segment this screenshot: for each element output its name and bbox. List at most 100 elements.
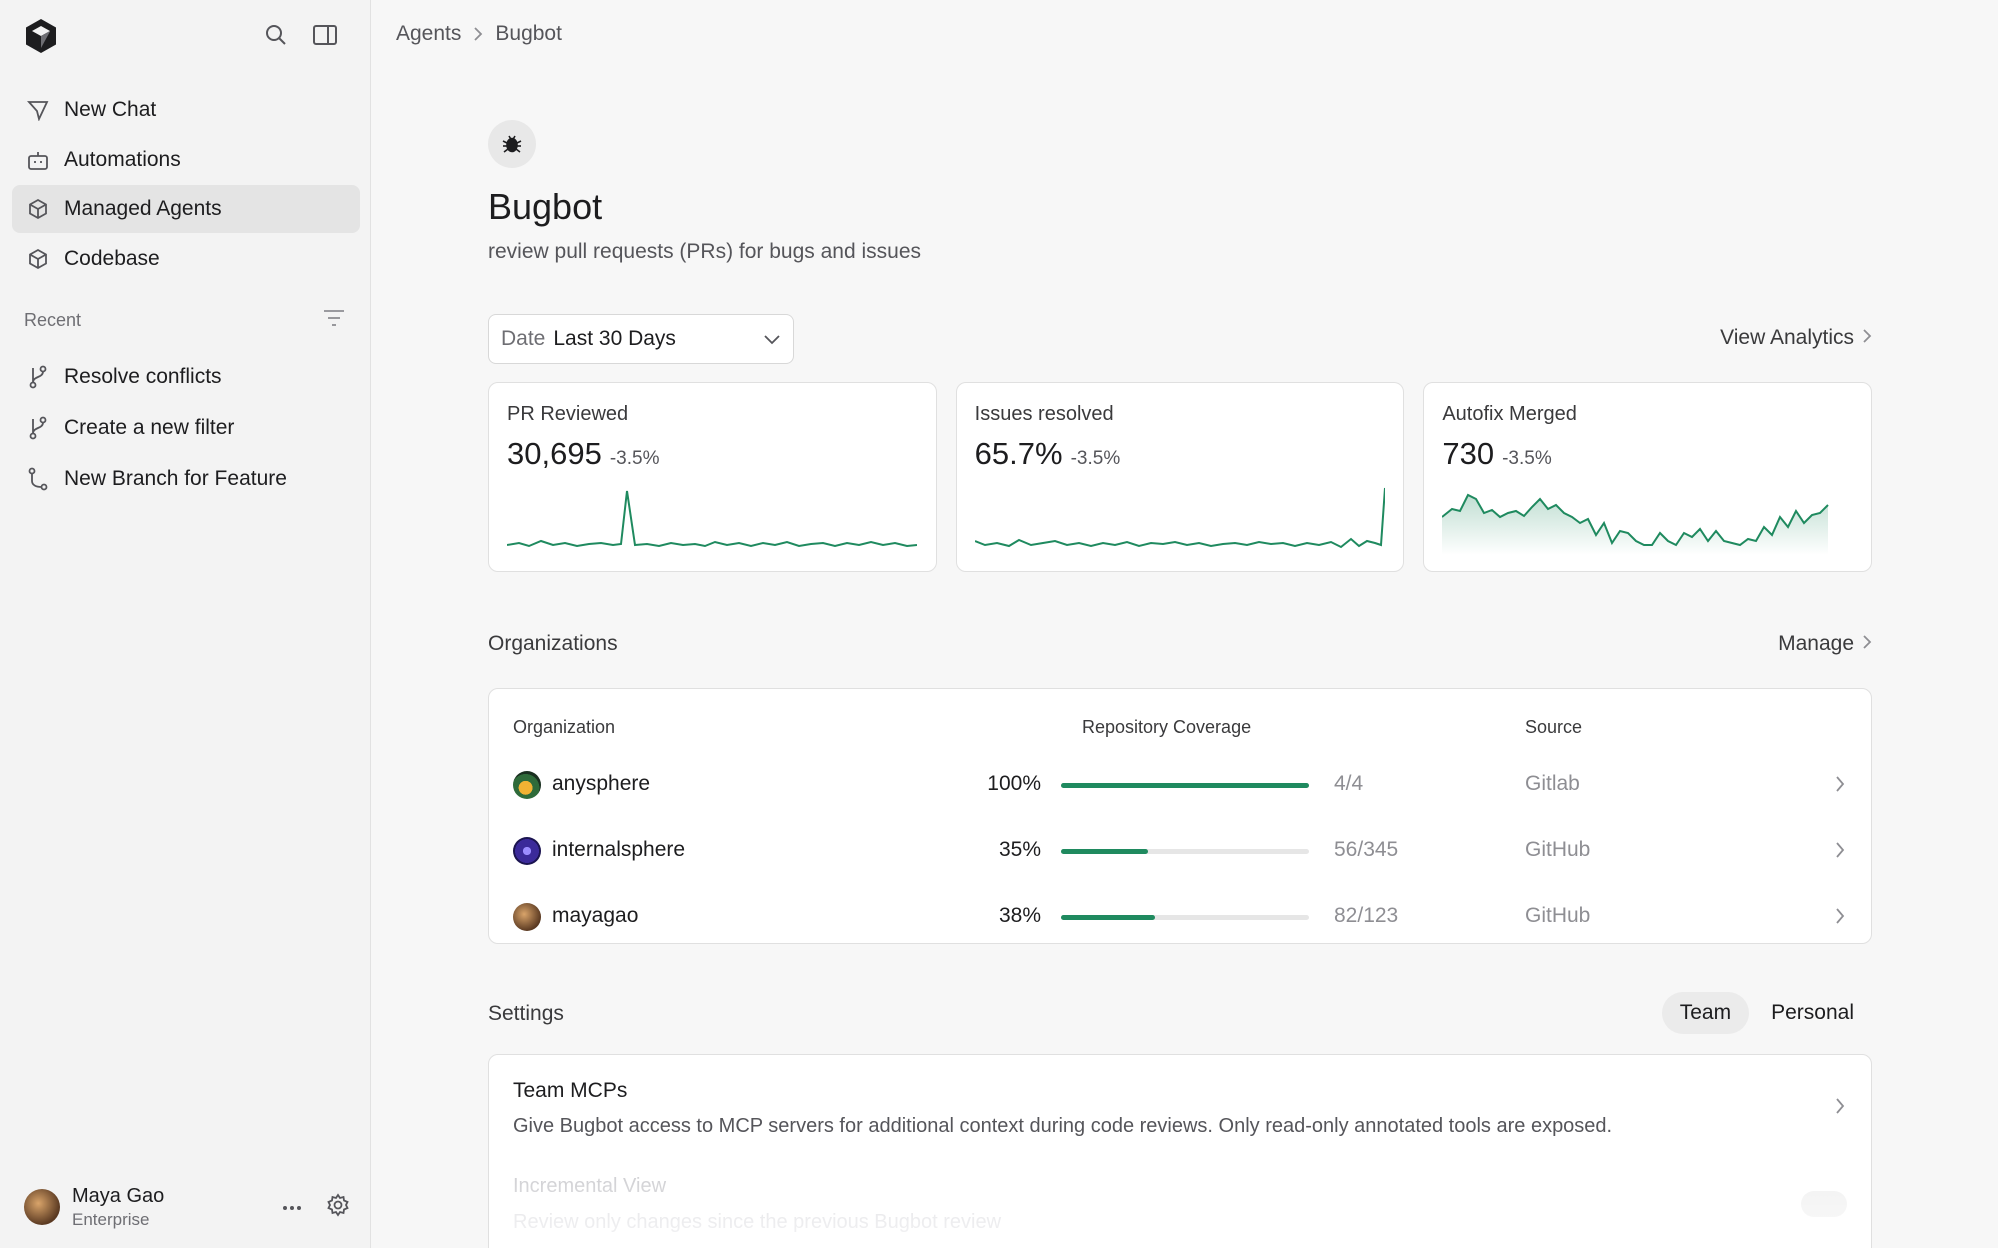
org-source: Gitlab: [1525, 772, 1580, 795]
metric-label: PR Reviewed: [507, 403, 629, 425]
coverage-bar: [1061, 849, 1309, 854]
breadcrumb-current: Bugbot: [495, 22, 562, 45]
chevron-right-icon: [473, 26, 483, 42]
filter-icon[interactable]: [322, 308, 346, 333]
metric-delta: -3.5%: [1502, 448, 1552, 469]
nav-item-label: Codebase: [64, 246, 160, 270]
more-icon[interactable]: [282, 1198, 302, 1216]
manage-label: Manage: [1778, 632, 1854, 655]
metric-value: 65.7%: [974, 436, 1063, 471]
metric-card-issues-resolved[interactable]: Issues resolved 65.7% -3.5%: [955, 382, 1405, 572]
chevron-right-icon: [1862, 632, 1872, 656]
table-row[interactable]: internalsphere 35% 56/345 GitHub: [489, 821, 1871, 881]
org-name: anysphere: [552, 772, 651, 795]
user-name: Maya Gao: [72, 1185, 165, 1207]
sparkline-area-chart: [1442, 493, 1830, 555]
breadcrumb-parent[interactable]: Agents: [396, 22, 461, 46]
send-icon: [26, 98, 50, 122]
organizations-table: Organization Repository Coverage Source …: [488, 688, 1872, 944]
git-merge-icon: [26, 467, 50, 491]
nav-item-codebase[interactable]: Codebase: [12, 235, 360, 283]
org-source: GitHub: [1525, 838, 1591, 861]
avatar: [24, 1189, 60, 1225]
recent-item[interactable]: Create a new filter: [12, 402, 360, 453]
table-row[interactable]: anysphere 100% 4/4 Gitlab: [489, 755, 1871, 815]
recent-item-label: New Branch for Feature: [64, 466, 287, 490]
date-range-select[interactable]: Date Last 30 Days: [488, 314, 794, 364]
git-branch-icon: [26, 416, 50, 440]
nav-item-label: Managed Agents: [64, 197, 222, 220]
metric-value: 730: [1442, 436, 1495, 471]
settings-card: Team MCPs Give Bugbot access to MCP serv…: [488, 1054, 1872, 1248]
metric-label: Autofix Merged: [1442, 403, 1577, 425]
app-logo-icon[interactable]: [24, 18, 58, 54]
box-icon: [26, 247, 50, 271]
breadcrumb: Agents Bugbot: [396, 22, 562, 46]
org-avatar: [513, 903, 541, 931]
tab-team[interactable]: Team: [1661, 992, 1750, 1034]
sidebar: New Chat Automations Managed Agents Code…: [0, 0, 371, 1248]
coverage-bar: [1061, 783, 1309, 788]
coverage-bar: [1061, 915, 1309, 920]
chevron-right-icon: [1835, 1097, 1845, 1115]
git-branch-icon: [26, 365, 50, 389]
metric-delta: -3.5%: [609, 448, 660, 469]
page-description: review pull requests (PRs) for bugs and …: [488, 240, 922, 263]
metric-delta: -3.5%: [1070, 448, 1121, 469]
organizations-title: Organizations: [488, 632, 618, 655]
metric-label: Issues resolved: [974, 403, 1114, 425]
sidebar-toggle-icon[interactable]: [311, 21, 339, 49]
chevron-right-icon: [1862, 326, 1872, 350]
metric-card-autofix-merged[interactable]: Autofix Merged 730 -3.5%: [1423, 382, 1873, 572]
recent-item[interactable]: Resolve conflicts: [12, 351, 360, 402]
setting-description: Review only changes since the previous B…: [513, 1211, 1002, 1233]
date-label: Date: [501, 327, 546, 350]
main-nav: New Chat Automations Managed Agents Code…: [12, 86, 360, 284]
coverage-bar-fill: [1061, 915, 1156, 920]
view-analytics-link[interactable]: View Analytics: [1720, 326, 1872, 350]
chevron-right-icon: [1835, 775, 1845, 793]
sparkline-chart: [974, 487, 1385, 549]
org-name: internalsphere: [552, 838, 686, 861]
coverage-count: 56/345: [1334, 838, 1399, 861]
coverage-bar-fill: [1061, 783, 1309, 788]
tab-personal[interactable]: Personal: [1753, 992, 1872, 1034]
coverage-percent: 35%: [998, 838, 1041, 861]
user-info: Maya Gao Enterprise: [72, 1183, 164, 1231]
chevron-right-icon: [1835, 841, 1845, 859]
chevron-down-icon: [763, 333, 781, 345]
manage-link[interactable]: Manage: [1778, 632, 1872, 656]
org-avatar: [513, 837, 541, 865]
gear-icon[interactable]: [326, 1192, 350, 1222]
user-profile[interactable]: Maya Gao Enterprise: [24, 1182, 354, 1232]
nav-item-label: New Chat: [64, 98, 157, 121]
metric-value: 30,695: [507, 436, 602, 471]
user-plan: Enterprise: [72, 1210, 150, 1229]
nav-item-automations[interactable]: Automations: [12, 136, 360, 184]
metric-card-pr-reviewed[interactable]: PR Reviewed 30,695 -3.5%: [488, 382, 937, 572]
org-source: GitHub: [1525, 904, 1591, 927]
robot-icon: [26, 148, 50, 172]
coverage-bar-fill: [1061, 849, 1148, 854]
coverage-count: 82/123: [1334, 904, 1399, 927]
coverage-percent: 100%: [987, 772, 1041, 795]
column-header-organization: Organization: [513, 717, 616, 737]
recent-item-label: Resolve conflicts: [64, 364, 222, 388]
nav-item-label: Automations: [64, 147, 181, 171]
cube-icon: [26, 197, 50, 221]
recent-item-label: Create a new filter: [64, 415, 235, 439]
nav-item-managed-agents[interactable]: Managed Agents: [12, 185, 360, 233]
search-icon[interactable]: [262, 21, 290, 49]
view-analytics-label: View Analytics: [1720, 326, 1854, 349]
table-row[interactable]: mayagao 38% 82/123 GitHub: [489, 887, 1871, 947]
recent-label: Recent: [24, 309, 82, 330]
settings-scope-toggle: Team Personal: [1661, 992, 1872, 1034]
sparkline-chart: [507, 490, 917, 548]
page-title: Bugbot: [488, 186, 603, 227]
settings-title: Settings: [488, 1002, 564, 1025]
incremental-view-toggle[interactable]: [1801, 1191, 1847, 1217]
recent-item[interactable]: New Branch for Feature: [12, 453, 360, 504]
setting-description: Give Bugbot access to MCP servers for ad…: [513, 1115, 1613, 1137]
bug-icon: [488, 120, 536, 168]
nav-item-new-chat[interactable]: New Chat: [12, 86, 360, 134]
